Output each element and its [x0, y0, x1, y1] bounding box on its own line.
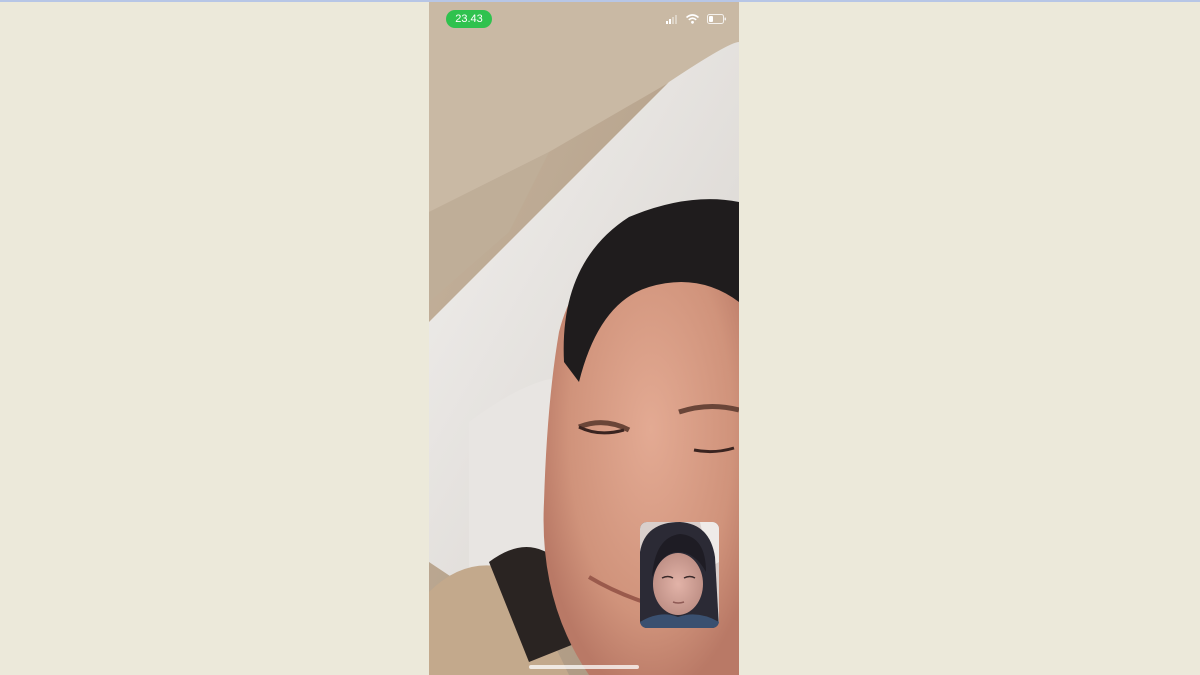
phone-screen: 23.43: [429, 2, 739, 675]
cellular-signal-icon: [666, 14, 678, 24]
status-icons: [666, 13, 727, 25]
wifi-icon: [685, 14, 700, 24]
self-view-preview[interactable]: [640, 522, 719, 628]
home-indicator[interactable]: [529, 665, 639, 669]
call-time-pill[interactable]: 23.43: [446, 10, 492, 28]
status-bar: 23.43: [429, 2, 739, 34]
self-preview-feed: [640, 522, 719, 628]
battery-icon: [707, 14, 727, 24]
